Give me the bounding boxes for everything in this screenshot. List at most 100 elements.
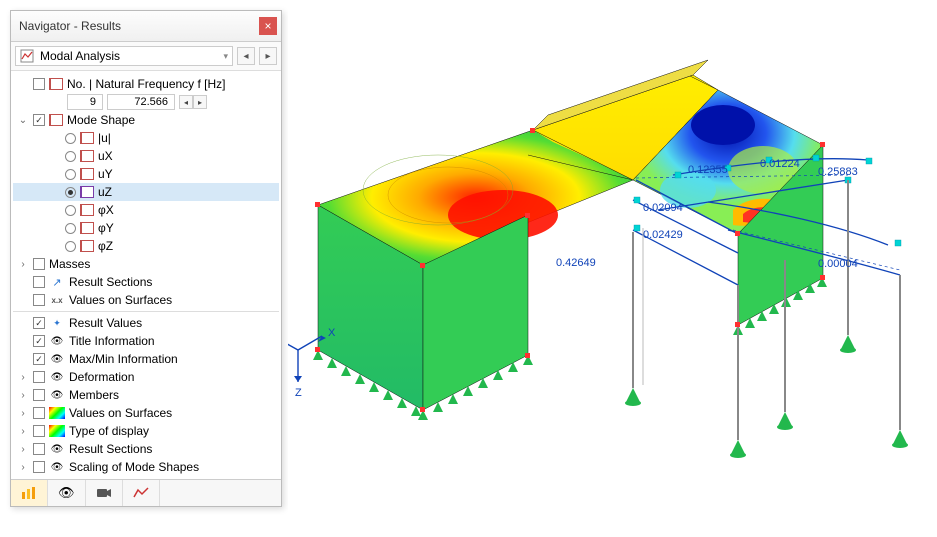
component-uy-row[interactable]: uY xyxy=(13,165,279,183)
node-icon xyxy=(49,114,63,126)
node-icon xyxy=(49,78,63,90)
mode-shape-row[interactable]: ⌄ Mode Shape xyxy=(13,111,279,129)
node-icon xyxy=(80,186,94,198)
result-sections-row[interactable]: Result Sections xyxy=(13,273,279,291)
node-icon xyxy=(80,150,94,162)
node-icon xyxy=(80,168,94,180)
panel-footer: 👁 xyxy=(11,479,281,506)
radio[interactable] xyxy=(65,151,76,162)
checkbox[interactable] xyxy=(33,317,45,329)
freq-spinner: ◂ ▸ xyxy=(179,95,207,109)
expander-icon[interactable]: ⌄ xyxy=(17,114,29,126)
checkbox[interactable] xyxy=(33,78,45,90)
freq-header-row[interactable]: No. | Natural Frequency f [Hz] xyxy=(13,75,279,93)
expander-icon[interactable]: › xyxy=(17,371,29,383)
title-info-row[interactable]: Title Information xyxy=(13,332,279,350)
members-row[interactable]: › Members xyxy=(13,386,279,404)
panel-header: Navigator - Results × xyxy=(11,11,281,42)
component-phiy-row[interactable]: φY xyxy=(13,219,279,237)
value-label: 0.00004 xyxy=(818,258,858,270)
radio[interactable] xyxy=(65,223,76,234)
radio[interactable] xyxy=(65,133,76,144)
node-icon xyxy=(80,204,94,216)
value-label: 0.12355 xyxy=(688,164,728,176)
prev-analysis-button[interactable]: ◂ xyxy=(237,47,255,65)
checkbox[interactable] xyxy=(33,461,45,473)
freq-prev-button[interactable]: ◂ xyxy=(179,95,193,109)
close-button[interactable]: × xyxy=(259,17,277,35)
maxmin-info-row[interactable]: Max/Min Information xyxy=(13,350,279,368)
radio[interactable] xyxy=(65,205,76,216)
component-ux-row[interactable]: uX xyxy=(13,147,279,165)
mode-shape-label: Mode Shape xyxy=(67,113,135,127)
value-label: 0.02429 xyxy=(643,229,683,241)
radio[interactable] xyxy=(65,241,76,252)
node-icon xyxy=(80,240,94,252)
values-on-surfaces-row[interactable]: x.x Values on Surfaces xyxy=(13,291,279,309)
probe-icon xyxy=(49,317,65,329)
result-sections2-row[interactable]: › Result Sections xyxy=(13,440,279,458)
eye-icon xyxy=(49,371,65,383)
checkbox[interactable] xyxy=(33,371,45,383)
freq-edit-row: 9 72.566 ◂ ▸ xyxy=(67,93,279,111)
eye-icon xyxy=(49,335,65,347)
checkbox[interactable] xyxy=(33,335,45,347)
freq-number-input[interactable]: 9 xyxy=(67,94,103,110)
axis-triad: X Z xyxy=(288,327,336,399)
analysis-combo[interactable]: Modal Analysis ▾ xyxy=(15,46,233,66)
checkbox[interactable] xyxy=(33,407,45,419)
component-phix-row[interactable]: φX xyxy=(13,201,279,219)
freq-header-label: No. | Natural Frequency f [Hz] xyxy=(67,77,226,91)
analysis-icon xyxy=(20,49,34,63)
footer-tab-view[interactable]: 👁 xyxy=(48,480,86,506)
radio[interactable] xyxy=(65,169,76,180)
results-tree: No. | Natural Frequency f [Hz] 9 72.566 … xyxy=(11,71,281,479)
type-of-display-row[interactable]: › Type of display xyxy=(13,422,279,440)
masses-row[interactable]: › Masses xyxy=(13,255,279,273)
value-label: 0.01224 xyxy=(760,158,800,170)
expander-icon[interactable]: › xyxy=(17,443,29,455)
footer-tab-camera[interactable] xyxy=(86,480,123,506)
eye-icon xyxy=(49,389,65,401)
expander-icon[interactable]: › xyxy=(17,407,29,419)
next-analysis-button[interactable]: ▸ xyxy=(259,47,277,65)
panel-title: Navigator - Results xyxy=(19,19,121,33)
node-icon xyxy=(80,132,94,144)
checkbox[interactable] xyxy=(33,294,45,306)
value-label: 0.02094 xyxy=(643,202,683,214)
model-viewport[interactable]: X Z 0.12355 0.01224 0.25883 0.02094 0.02… xyxy=(288,0,937,534)
footer-tab-graph[interactable] xyxy=(123,480,160,506)
radio[interactable] xyxy=(65,187,76,198)
freq-value-input[interactable]: 72.566 xyxy=(107,94,175,110)
chevron-down-icon: ▾ xyxy=(223,51,228,62)
eye-icon xyxy=(49,443,65,455)
checkbox[interactable] xyxy=(33,425,45,437)
expander-icon[interactable]: › xyxy=(17,461,29,473)
deformation-row[interactable]: › Deformation xyxy=(13,368,279,386)
footer-tab-results[interactable] xyxy=(11,480,48,506)
value-label: 0.25883 xyxy=(818,166,858,178)
values-icon: x.x xyxy=(49,294,65,306)
checkbox[interactable] xyxy=(33,258,45,270)
component-u-row[interactable]: |u| xyxy=(13,129,279,147)
expander-icon[interactable]: › xyxy=(17,389,29,401)
eye-icon xyxy=(49,461,65,473)
value-label: 0.42649 xyxy=(556,257,596,269)
svg-text:X: X xyxy=(328,327,336,339)
expander-icon[interactable]: › xyxy=(17,425,29,437)
checkbox[interactable] xyxy=(33,443,45,455)
result-values-row[interactable]: Result Values xyxy=(13,314,279,332)
gradient-icon xyxy=(49,425,65,437)
component-uz-row[interactable]: uZ xyxy=(13,183,279,201)
gradient-icon xyxy=(49,407,65,419)
values-on-surfaces2-row[interactable]: › Values on Surfaces xyxy=(13,404,279,422)
scaling-row[interactable]: › Scaling of Mode Shapes xyxy=(13,458,279,476)
component-phiz-row[interactable]: φZ xyxy=(13,237,279,255)
eye-icon xyxy=(49,353,65,365)
checkbox[interactable] xyxy=(33,276,45,288)
checkbox[interactable] xyxy=(33,114,45,126)
checkbox[interactable] xyxy=(33,353,45,365)
expander-icon[interactable]: › xyxy=(17,258,29,270)
checkbox[interactable] xyxy=(33,389,45,401)
freq-next-button[interactable]: ▸ xyxy=(193,95,207,109)
